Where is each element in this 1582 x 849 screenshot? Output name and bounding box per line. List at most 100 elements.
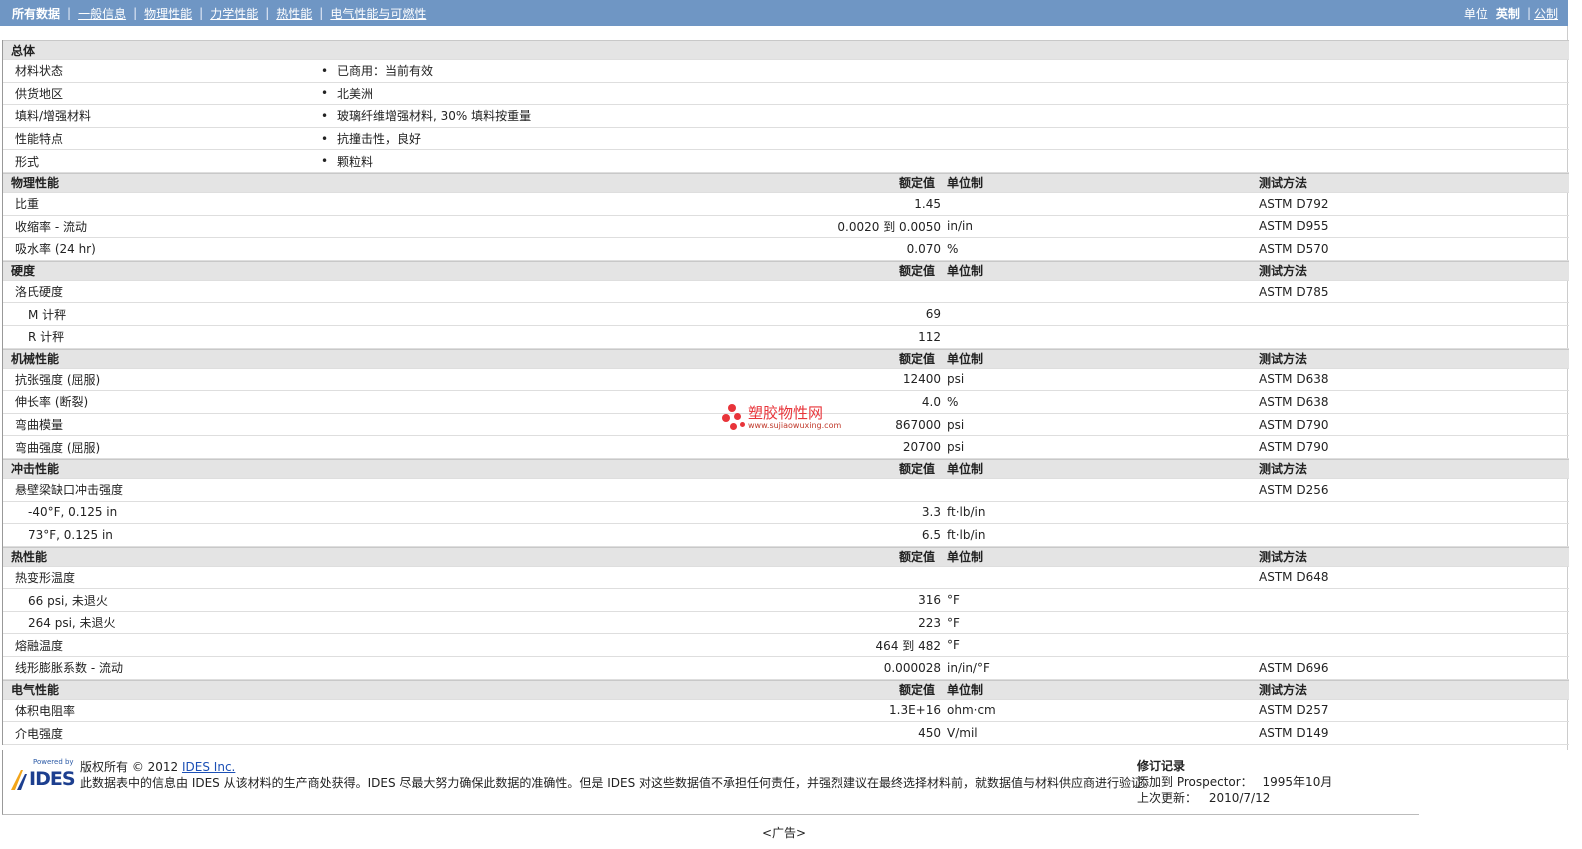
property-label: 比重 bbox=[15, 197, 40, 212]
property-row: 热变形温度 ASTM D648 bbox=[3, 567, 1569, 590]
added-label: 添加到 Prospector： bbox=[1137, 775, 1253, 789]
property-label: 73°F, 0.125 in bbox=[28, 527, 113, 542]
datasheet-table: 总体 材料状态 • 已商用：当前有效 供货地区 • 北美洲 填料/增强材料 • 玻璃纤维增强材料… bbox=[2, 40, 1569, 745]
general-row: 形式 • 颗粒料 bbox=[3, 150, 1569, 173]
tab-general-info[interactable]: 一般信息 bbox=[78, 5, 126, 22]
property-unit: psi bbox=[947, 417, 965, 432]
updated-label: 上次更新： bbox=[1137, 791, 1198, 805]
nav-separator: | bbox=[199, 6, 204, 20]
added-value: 1995年10月 bbox=[1262, 775, 1333, 789]
property-label: 吸水率 (24 hr) bbox=[15, 242, 96, 257]
logo-text: IDES bbox=[29, 768, 76, 790]
bullet-icon: • bbox=[321, 131, 329, 146]
bullet-icon: • bbox=[321, 154, 329, 169]
property-value: 4.0 bbox=[921, 394, 941, 409]
tab-thermal[interactable]: 热性能 bbox=[276, 5, 312, 22]
section-title: 物理性能 bbox=[11, 176, 60, 191]
column-header-value: 额定值 bbox=[899, 550, 936, 565]
units-imperial[interactable]: 英制 bbox=[1496, 5, 1520, 22]
column-header-value: 额定值 bbox=[899, 352, 936, 367]
property-label: 熔融温度 bbox=[15, 638, 64, 653]
property-value: 6.5 bbox=[921, 527, 941, 542]
property-value: 20700 bbox=[902, 440, 941, 455]
general-row: 填料/增强材料 • 玻璃纤维增强材料, 30% 填料按重量 bbox=[3, 105, 1569, 128]
section-header: 热性能 额定值 单位制 测试方法 bbox=[3, 546, 1569, 567]
test-method: ASTM D696 bbox=[1259, 660, 1329, 675]
property-label: 伸长率 (断裂) bbox=[15, 395, 89, 410]
property-label: 供货地区 bbox=[15, 86, 64, 101]
property-unit: in/in/°F bbox=[947, 660, 990, 675]
units-metric[interactable]: 公制 bbox=[1534, 5, 1558, 22]
property-row: -40°F, 0.125 in 3.3 ft·lb/in bbox=[3, 502, 1569, 525]
column-header-value: 额定值 bbox=[899, 462, 936, 477]
property-value: 12400 bbox=[902, 372, 941, 387]
tab-physical[interactable]: 物理性能 bbox=[144, 5, 192, 22]
tab-electrical[interactable]: 电气性能与可燃性 bbox=[330, 5, 426, 22]
column-header-value: 额定值 bbox=[899, 683, 936, 698]
test-method: ASTM D149 bbox=[1259, 726, 1329, 741]
column-header-unit: 单位制 bbox=[947, 352, 984, 367]
revision-added: 添加到 Prospector： 1995年10月 bbox=[1137, 774, 1332, 790]
property-value: 0.000028 bbox=[883, 660, 941, 675]
test-method: ASTM D955 bbox=[1259, 219, 1329, 234]
property-unit: ft·lb/in bbox=[947, 505, 986, 520]
copyright: 版权所有 © 2012 IDES Inc. bbox=[80, 758, 235, 775]
property-row: 比重 1.45 ASTM D792 bbox=[3, 193, 1569, 216]
property-row: 73°F, 0.125 in 6.5 ft·lb/in bbox=[3, 524, 1569, 547]
updated-value: 2010/7/12 bbox=[1208, 791, 1271, 805]
property-value: 1.45 bbox=[914, 196, 941, 211]
tab-mechanical[interactable]: 力学性能 bbox=[210, 5, 258, 22]
property-label: -40°F, 0.125 in bbox=[28, 505, 118, 520]
revision-updated: 上次更新： 2010/7/12 bbox=[1137, 790, 1332, 806]
property-value: 北美洲 bbox=[337, 86, 374, 101]
property-label: 热变形温度 bbox=[15, 570, 76, 585]
column-header-unit: 单位制 bbox=[947, 176, 984, 191]
footer: Powered by IDES 版权所有 © 2012 IDES Inc. 此数… bbox=[2, 750, 1419, 815]
column-header-test: 测试方法 bbox=[1259, 462, 1308, 477]
property-value: 玻璃纤维增强材料, 30% 填料按重量 bbox=[337, 109, 532, 124]
property-value: 69 bbox=[925, 307, 941, 322]
property-row: 66 psi, 未退火 316 °F bbox=[3, 589, 1569, 612]
property-value: 0.070 bbox=[906, 241, 941, 256]
units-switch: 单位 英制 | 公制 bbox=[1464, 5, 1558, 22]
section-header-general: 总体 bbox=[3, 40, 1569, 60]
property-value: 3.3 bbox=[921, 505, 941, 520]
ides-link[interactable]: IDES Inc. bbox=[182, 760, 235, 774]
property-unit: °F bbox=[947, 615, 960, 630]
property-unit: °F bbox=[947, 638, 960, 653]
nav-separator: | bbox=[67, 6, 72, 20]
property-label: 264 psi, 未退火 bbox=[28, 616, 116, 631]
column-header-value: 额定值 bbox=[899, 176, 936, 191]
test-method: ASTM D257 bbox=[1259, 703, 1329, 718]
test-method: ASTM D638 bbox=[1259, 372, 1329, 387]
property-unit: V/mil bbox=[947, 726, 978, 741]
property-value: 颗粒料 bbox=[337, 154, 374, 169]
watermark: 塑胶物性网 www.sujiaowuxing.com bbox=[722, 404, 841, 432]
tab-all-data[interactable]: 所有数据 bbox=[12, 5, 60, 22]
section-header: 硬度 额定值 单位制 测试方法 bbox=[3, 260, 1569, 281]
property-row: 介电强度 450 V/mil ASTM D149 bbox=[3, 722, 1569, 745]
property-value: 已商用：当前有效 bbox=[337, 64, 434, 79]
bullet-icon: • bbox=[321, 63, 329, 78]
property-label: R 计秤 bbox=[28, 330, 65, 345]
section-header: 冲击性能 额定值 单位制 测试方法 bbox=[3, 458, 1569, 479]
property-unit: % bbox=[947, 394, 959, 409]
general-row: 材料状态 • 已商用：当前有效 bbox=[3, 60, 1569, 83]
test-method: ASTM D792 bbox=[1259, 196, 1329, 211]
units-label: 单位 bbox=[1463, 6, 1488, 21]
property-value: 867000 bbox=[895, 417, 941, 432]
property-row: 吸水率 (24 hr) 0.070% ASTM D570 bbox=[3, 238, 1569, 261]
nav-separator: | bbox=[265, 6, 270, 20]
general-row: 供货地区 • 北美洲 bbox=[3, 83, 1569, 106]
property-label: 抗张强度 (屈服) bbox=[15, 372, 101, 387]
copyright-text: 版权所有 © 2012 bbox=[80, 760, 179, 774]
property-label: 66 psi, 未退火 bbox=[28, 593, 108, 608]
property-unit: ohm·cm bbox=[947, 703, 996, 718]
ides-logo: Powered by IDES bbox=[9, 758, 76, 792]
property-value: 450 bbox=[918, 726, 941, 741]
property-label: 弯曲模量 bbox=[15, 418, 64, 433]
section-title: 电气性能 bbox=[11, 683, 60, 698]
section-title: 总体 bbox=[11, 43, 36, 58]
property-unit: psi bbox=[947, 440, 965, 455]
watermark-url: www.sujiaowuxing.com bbox=[748, 421, 842, 430]
